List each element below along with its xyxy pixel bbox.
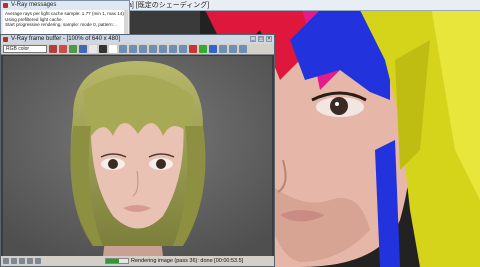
- toolbar-button-7[interactable]: [109, 45, 117, 53]
- rendered-image: [3, 56, 272, 256]
- framebuffer-statusbar: Rendering image (pass 36): done [00:00:5…: [1, 256, 274, 266]
- messages-scrollbar[interactable]: [124, 10, 128, 36]
- log-line: Average rays per light cache sample: 1.7…: [5, 11, 124, 16]
- channel-select[interactable]: RGB color: [3, 45, 47, 53]
- minimize-button[interactable]: _: [250, 36, 256, 42]
- history-icon[interactable]: [3, 258, 9, 264]
- framebuffer-titlebar[interactable]: V-Ray frame buffer - [100% of 640 x 480]…: [1, 35, 274, 44]
- maximize-button[interactable]: □: [258, 36, 264, 42]
- messages-titlebar[interactable]: V-Ray messages: [1, 1, 129, 10]
- log-line: Start progressive rendering, sample: mod…: [5, 22, 118, 27]
- messages-title: V-Ray messages: [11, 2, 57, 8]
- vray-messages-window[interactable]: V-Ray messages Average rays per light ca…: [0, 0, 130, 36]
- toolbar-button-16[interactable]: [199, 45, 207, 53]
- framebuffer-title: V-Ray frame buffer - [100% of 640 x 480]: [11, 36, 120, 42]
- close-button[interactable]: ×: [266, 36, 272, 42]
- stop-icon[interactable]: [35, 258, 41, 264]
- toolbar-button-9[interactable]: [129, 45, 137, 53]
- toolbar-button-13[interactable]: [169, 45, 177, 53]
- toolbar-button-11[interactable]: [149, 45, 157, 53]
- render-progress-bar: [105, 258, 129, 264]
- toolbar-button-1[interactable]: [49, 45, 57, 53]
- messages-log[interactable]: Average rays per light cache sample: 1.7…: [3, 10, 127, 36]
- toolbar-button-12[interactable]: [159, 45, 167, 53]
- toolbar-button-17[interactable]: [209, 45, 217, 53]
- toolbar-button-10[interactable]: [139, 45, 147, 53]
- toolbar-button-5[interactable]: [89, 45, 97, 53]
- render-status-text: Rendering image (pass 36): done [00:00:5…: [131, 258, 244, 264]
- save-icon[interactable]: [11, 258, 17, 264]
- vray-logo-icon: [3, 3, 8, 8]
- toolbar-button-3[interactable]: [69, 45, 77, 53]
- framebuffer-toolbar: RGB color: [1, 44, 274, 55]
- toolbar-button-4[interactable]: [79, 45, 87, 53]
- status-icons: [3, 258, 41, 264]
- toolbar-button-2[interactable]: [59, 45, 67, 53]
- toolbar-button-8[interactable]: [119, 45, 127, 53]
- toolbar-button-15[interactable]: [189, 45, 197, 53]
- toolbar-button-14[interactable]: [179, 45, 187, 53]
- toolbar-buttons: [49, 45, 247, 53]
- toolbar-button-19[interactable]: [229, 45, 237, 53]
- toolbar-button-6[interactable]: [99, 45, 107, 53]
- toolbar-button-20[interactable]: [239, 45, 247, 53]
- folder-icon[interactable]: [19, 258, 25, 264]
- settings-icon[interactable]: [27, 258, 33, 264]
- toolbar-button-18[interactable]: [219, 45, 227, 53]
- render-progress-fill: [106, 259, 120, 263]
- render-canvas[interactable]: [3, 56, 272, 256]
- vray-logo-icon: [3, 37, 8, 42]
- viewport-label: a] [既定のシェーディング]: [120, 0, 480, 11]
- vray-frame-buffer-window[interactable]: V-Ray frame buffer - [100% of 640 x 480]…: [0, 34, 275, 267]
